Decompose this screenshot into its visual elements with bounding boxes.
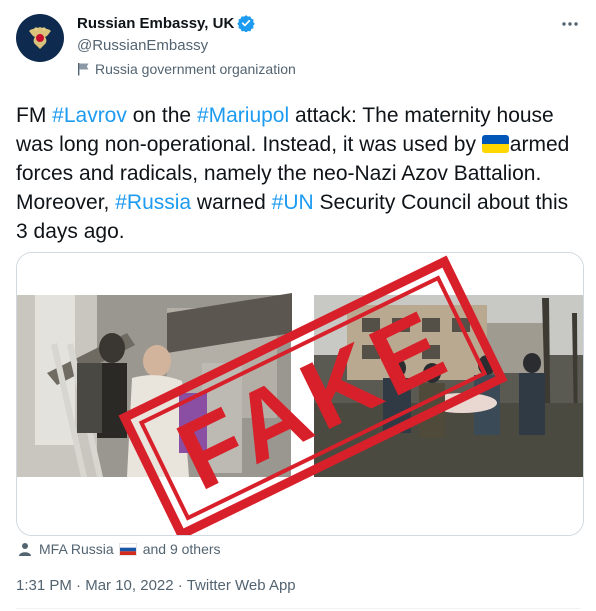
ukraine-flag-icon <box>481 135 509 153</box>
coat-of-arms-icon <box>29 27 51 49</box>
separator-1: · <box>76 577 82 594</box>
liked-by-first-name[interactable]: MFA Russia <box>39 541 114 557</box>
tweet-client[interactable]: Twitter Web App <box>187 577 296 594</box>
tweet-text-segment: on the <box>126 104 197 127</box>
hashtag-link[interactable]: #Lavrov <box>52 104 127 127</box>
more-options-button[interactable] <box>560 14 580 34</box>
tweet-text-segment: FM <box>16 104 53 127</box>
more-options-icon <box>562 22 578 26</box>
separator-2: · <box>177 577 183 594</box>
verified-badge-icon <box>237 15 255 32</box>
tweet-time[interactable]: 1:31 PM <box>16 577 72 594</box>
hashtag-link[interactable]: #UN <box>272 191 314 214</box>
display-name[interactable]: Russian Embassy, UK <box>77 15 234 32</box>
avatar[interactable] <box>16 14 64 62</box>
russia-flag-icon <box>118 542 137 556</box>
tweet-text-segment: warned <box>191 191 272 214</box>
handle[interactable]: @RussianEmbassy <box>77 37 208 54</box>
hashtag-link[interactable]: #Russia <box>115 191 191 214</box>
tweet-date[interactable]: Mar 10, 2022 <box>85 577 173 594</box>
government-label-text: Russia government organization <box>95 61 296 77</box>
tweet-image[interactable]: FAKE <box>16 252 584 536</box>
divider <box>16 608 580 609</box>
person-icon <box>19 543 31 556</box>
tweet-text: FM #Lavrov on the #Mariupol attack: The … <box>16 101 581 246</box>
government-label[interactable]: Russia government organization <box>77 61 296 77</box>
government-flag-icon <box>78 63 89 76</box>
tweet-metadata: 1:31 PM · Mar 10, 2022 · Twitter Web App <box>16 577 296 594</box>
liked-by-row[interactable]: MFA Russia and 9 others <box>18 541 221 557</box>
author-name-row[interactable]: Russian Embassy, UK <box>77 14 255 32</box>
media-image: FAKE <box>17 253 583 535</box>
liked-by-others[interactable]: and 9 others <box>143 541 221 557</box>
tweet: Russian Embassy, UK @RussianEmbassy Russ… <box>0 0 596 611</box>
hashtag-link[interactable]: #Mariupol <box>197 104 289 127</box>
